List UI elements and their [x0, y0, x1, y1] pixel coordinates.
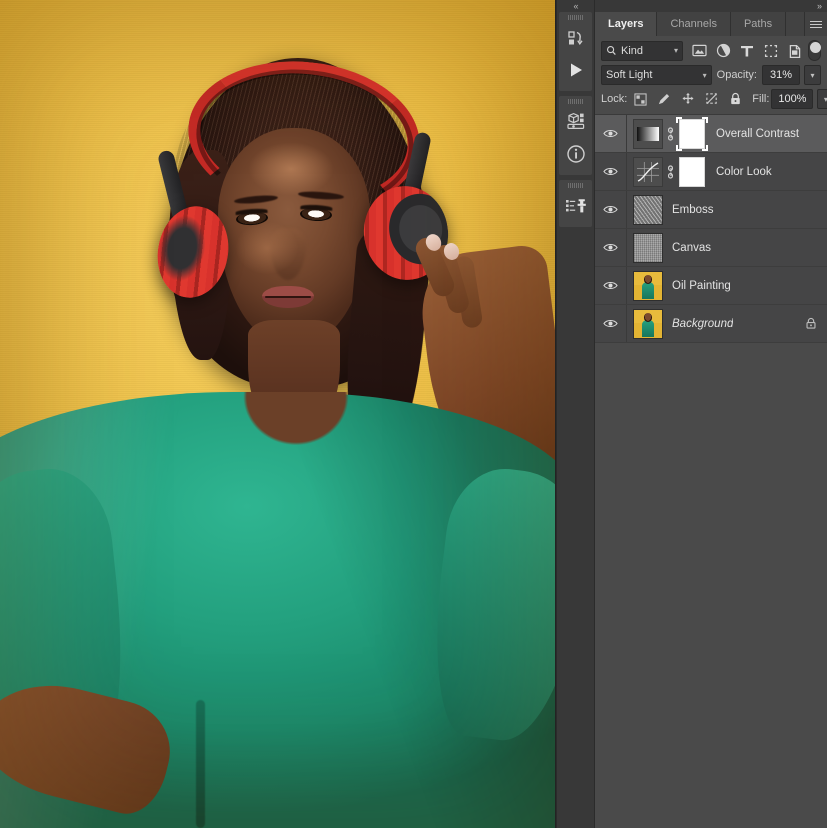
layer-thumbnails[interactable] — [627, 154, 707, 190]
fill-input[interactable]: 100% — [771, 89, 814, 109]
layer-filter-row: Kind ▾ — [595, 36, 827, 64]
document-canvas[interactable] — [0, 0, 556, 828]
lock-position-icon[interactable] — [681, 92, 695, 107]
layer-visibility-toggle[interactable] — [595, 153, 627, 190]
dock-grip[interactable] — [559, 180, 592, 190]
layer-name[interactable]: Color Look — [716, 166, 772, 178]
panel-tabbar: Layers Channels Paths — [595, 12, 827, 36]
table-row[interactable]: Canvas — [595, 229, 827, 267]
layer-name[interactable]: Oil Painting — [672, 280, 731, 292]
filter-pixel-layers-icon[interactable] — [691, 43, 707, 59]
lock-image-pixels-icon[interactable] — [657, 92, 671, 107]
lock-transparent-pixels-icon[interactable] — [634, 92, 647, 107]
panel-menu-icon[interactable] — [805, 12, 827, 36]
search-icon — [607, 46, 616, 55]
collapsed-panel-dock: « — [556, 0, 595, 828]
layer-thumbnail[interactable] — [633, 194, 663, 225]
filter-type-layers-icon[interactable] — [739, 43, 755, 59]
layer-thumbnails[interactable] — [627, 194, 663, 225]
panel-collapse-button[interactable]: » — [595, 0, 827, 12]
dock-group-adjustments — [559, 96, 592, 175]
dock-group-clone-source — [559, 180, 592, 227]
table-row[interactable]: Color Look — [595, 153, 827, 191]
layer-name[interactable]: Background — [672, 318, 733, 330]
fill-label: Fill: — [752, 93, 770, 105]
layers-list[interactable]: Overall Contrast Color Look Emboss Canva… — [595, 114, 827, 828]
lock-row: Lock: Fill: 100% ▾ — [595, 88, 827, 114]
gradient-map-thumbnail[interactable] — [633, 118, 663, 149]
dock-grip[interactable] — [559, 12, 592, 22]
document-image — [0, 0, 556, 828]
layer-name[interactable]: Overall Contrast — [716, 128, 799, 140]
photo-vignette — [0, 0, 556, 828]
mask-selection-indicator — [676, 116, 708, 152]
lock-all-icon[interactable] — [729, 92, 742, 107]
photoshop-window: « » Layers Channels Paths Kind ▾ Soft Li… — [0, 0, 827, 828]
layer-visibility-toggle[interactable] — [595, 267, 627, 304]
layer-mask-thumbnail[interactable] — [677, 154, 707, 190]
layer-visibility-toggle[interactable] — [595, 229, 627, 266]
table-row[interactable]: Overall Contrast — [595, 115, 827, 153]
layer-visibility-toggle[interactable] — [595, 115, 627, 152]
blend-mode-select[interactable]: Soft Light ▾ — [601, 65, 712, 85]
play-action-icon[interactable] — [559, 54, 592, 86]
filter-smart-object-icon[interactable] — [787, 43, 803, 59]
tab-paths[interactable]: Paths — [730, 12, 787, 36]
chevron-down-icon: ▾ — [702, 70, 707, 80]
layers-panel: » Layers Channels Paths Kind ▾ Soft Ligh… — [595, 0, 827, 828]
lock-label: Lock: — [601, 93, 628, 105]
layer-name[interactable]: Emboss — [672, 204, 714, 216]
info-panel-icon[interactable] — [559, 138, 592, 170]
layer-thumbnails[interactable] — [627, 270, 663, 301]
layer-thumbnail[interactable] — [633, 308, 663, 339]
opacity-stepper[interactable]: ▾ — [804, 65, 821, 85]
dock-group-actions — [559, 12, 592, 91]
tab-layers-label: Layers — [608, 18, 644, 30]
tab-layers[interactable]: Layers — [595, 12, 658, 36]
opacity-input[interactable]: 31% — [762, 65, 800, 85]
filter-adjustment-layers-icon[interactable] — [715, 43, 731, 59]
layer-thumbnails[interactable] — [627, 232, 663, 263]
layer-locked-icon — [805, 317, 817, 330]
layer-thumbnails[interactable] — [627, 308, 663, 339]
layer-filter-type-buttons — [691, 43, 803, 59]
dock-grip[interactable] — [559, 96, 592, 106]
tabbar-filler — [786, 12, 805, 36]
fill-stepper[interactable]: ▾ — [817, 89, 827, 109]
tab-channels[interactable]: Channels — [657, 12, 731, 36]
clone-source-panel-icon[interactable] — [559, 190, 592, 222]
layer-name[interactable]: Canvas — [672, 242, 711, 254]
table-row[interactable]: Background — [595, 305, 827, 343]
dock-collapse-button[interactable]: « — [557, 0, 594, 12]
layer-mask-thumbnail[interactable] — [676, 116, 708, 152]
layer-thumbnails[interactable] — [627, 116, 708, 152]
opacity-label: Opacity: — [716, 69, 757, 81]
chevron-down-icon: ▾ — [673, 46, 678, 55]
layer-filter-kind-select[interactable]: Kind ▾ — [601, 40, 683, 61]
curves-thumbnail[interactable] — [633, 156, 663, 187]
tab-paths-label: Paths — [743, 18, 773, 30]
table-row[interactable]: Emboss — [595, 191, 827, 229]
lock-artboard-nesting-icon[interactable] — [705, 92, 719, 107]
adjustments-panel-icon[interactable] — [559, 106, 592, 138]
tab-channels-label: Channels — [670, 18, 717, 30]
layer-mask-link-icon[interactable] — [663, 164, 677, 179]
actions-panel-icon[interactable] — [559, 22, 592, 54]
fill-group: Fill: 100% ▾ — [752, 89, 827, 109]
layer-mask-link-icon[interactable] — [663, 126, 677, 141]
layer-thumbnail[interactable] — [633, 232, 663, 263]
layer-visibility-toggle[interactable] — [595, 191, 627, 228]
filter-shape-layers-icon[interactable] — [763, 43, 779, 59]
layer-thumbnail[interactable] — [633, 270, 663, 301]
layer-visibility-toggle[interactable] — [595, 305, 627, 342]
layer-filter-enable-toggle[interactable] — [808, 40, 821, 61]
blend-mode-value: Soft Light — [606, 69, 653, 81]
blend-mode-row: Soft Light ▾ Opacity: 31% ▾ — [595, 64, 827, 88]
table-row[interactable]: Oil Painting — [595, 267, 827, 305]
layer-filter-kind-label: Kind — [621, 44, 644, 57]
